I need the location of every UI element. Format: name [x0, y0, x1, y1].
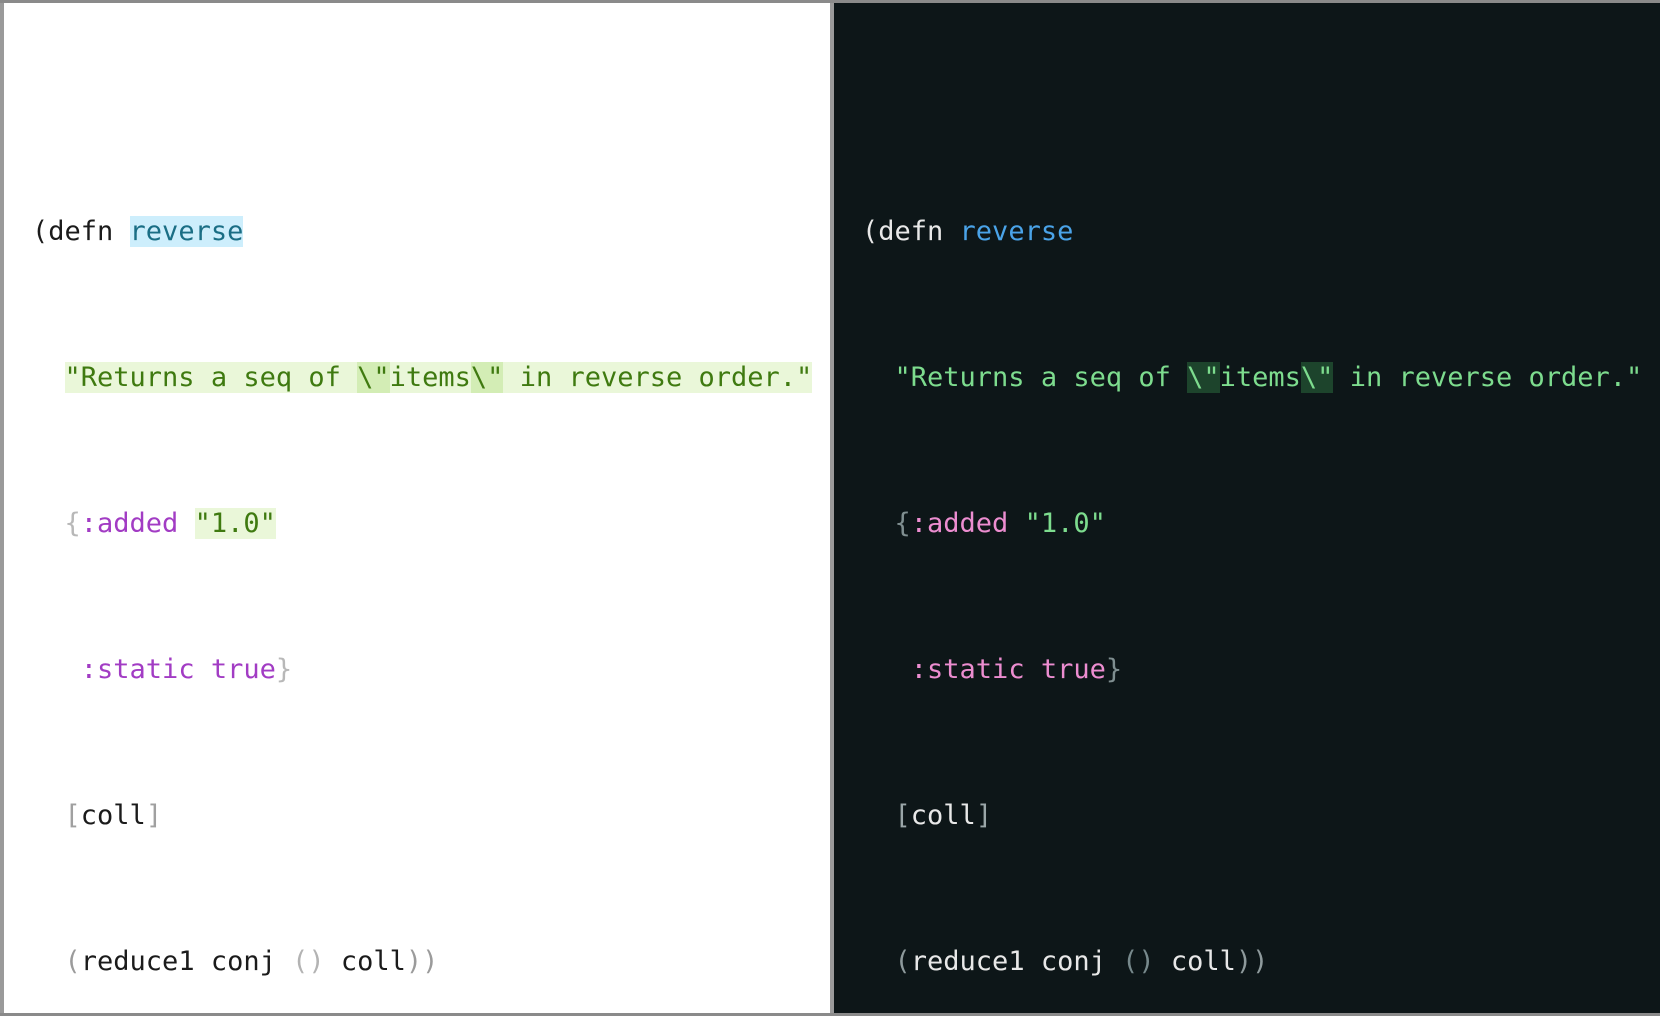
- code-line-4: :static true}: [32, 652, 830, 689]
- code-line-5: [coll]: [862, 798, 1660, 835]
- brace-open: {: [894, 507, 911, 539]
- code-line-2: "Returns a seq of \"items\" in reverse o…: [32, 360, 830, 397]
- param-coll: coll: [910, 799, 976, 831]
- empty-list: (): [292, 945, 325, 977]
- escaped-quote-open: \": [1187, 361, 1220, 393]
- brace-close: }: [275, 653, 293, 685]
- paren-open: (: [862, 215, 879, 247]
- code-block-light[interactable]: (defn reverse "Returns a seq of \"items\…: [32, 104, 830, 1013]
- code-line-1: (defn reverse: [32, 214, 830, 251]
- defn-keyword: defn: [48, 215, 130, 247]
- bracket-open: [: [894, 799, 911, 831]
- empty-list: (): [1122, 945, 1155, 977]
- function-name-reverse[interactable]: reverse: [129, 215, 244, 247]
- defn-keyword: defn: [878, 215, 960, 247]
- paren-open: (: [64, 945, 81, 977]
- docstring-items: items: [1219, 361, 1301, 393]
- reduce1-call: reduce1 conj: [910, 945, 1123, 977]
- keyword-static: :static true: [910, 653, 1106, 685]
- paren-open: (: [32, 215, 49, 247]
- param-coll: coll: [80, 799, 146, 831]
- arg-coll: coll: [324, 945, 406, 977]
- theme-comparison-stage: (defn reverse "Returns a seq of \"items\…: [0, 0, 1660, 1016]
- paren-close: )): [405, 945, 439, 977]
- keyword-added: :added: [910, 507, 1025, 539]
- reduce1-call: reduce1 conj: [80, 945, 293, 977]
- code-line-5: [coll]: [32, 798, 830, 835]
- docstring-part-1: "Returns a seq of: [64, 361, 358, 393]
- code-line-3: {:added "1.0": [862, 506, 1660, 543]
- light-theme-pane[interactable]: (defn reverse "Returns a seq of \"items\…: [0, 3, 830, 1013]
- keyword-static: :static true: [80, 653, 276, 685]
- escaped-quote-close: \": [1300, 361, 1334, 393]
- version-string: "1.0": [1024, 507, 1106, 539]
- docstring-items: items: [389, 361, 471, 393]
- code-line-3: {:added "1.0": [32, 506, 830, 543]
- code-line-4: :static true}: [862, 652, 1660, 689]
- code-line-6: (reduce1 conj () coll)): [32, 944, 830, 981]
- escaped-quote-close: \": [470, 361, 504, 393]
- bracket-open: [: [64, 799, 81, 831]
- bracket-close: ]: [145, 799, 163, 831]
- version-string: "1.0": [194, 507, 276, 539]
- escaped-quote-open: \": [357, 361, 390, 393]
- function-name-reverse[interactable]: reverse: [960, 216, 1074, 247]
- brace-close: }: [1105, 653, 1123, 685]
- dark-theme-pane[interactable]: (defn reverse "Returns a seq of \"items\…: [830, 3, 1660, 1013]
- arg-coll: coll: [1154, 945, 1236, 977]
- docstring-part-2: in reverse order.": [1333, 361, 1643, 393]
- keyword-added: :added: [80, 507, 195, 539]
- bracket-close: ]: [975, 799, 993, 831]
- brace-open: {: [64, 507, 81, 539]
- code-block-dark[interactable]: (defn reverse "Returns a seq of \"items\…: [862, 104, 1660, 1013]
- paren-close: )): [1235, 945, 1269, 977]
- code-line-6: (reduce1 conj () coll)): [862, 944, 1660, 981]
- docstring-part-2: in reverse order.": [503, 361, 813, 393]
- paren-open: (: [894, 945, 911, 977]
- docstring-part-1: "Returns a seq of: [894, 361, 1188, 393]
- code-line-1: (defn reverse: [862, 214, 1660, 251]
- code-line-2: "Returns a seq of \"items\" in reverse o…: [862, 360, 1660, 397]
